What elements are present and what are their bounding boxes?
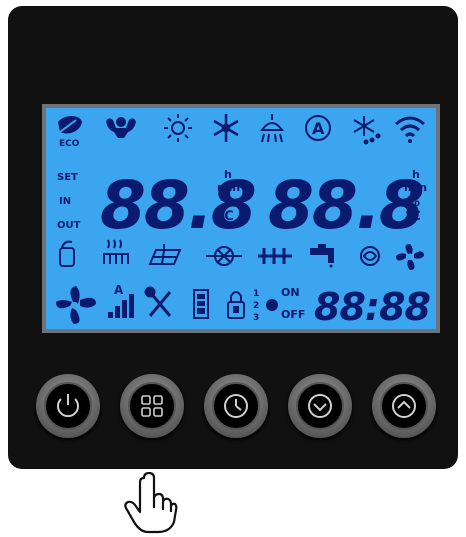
signal-bars-icon: A — [108, 283, 134, 318]
defrost-icon — [353, 116, 381, 145]
right-unit-min: min — [404, 181, 427, 194]
pump-icon — [360, 246, 380, 266]
snowflake-icon — [213, 114, 239, 142]
clock-icon — [224, 394, 248, 418]
pointing-hand-icon — [124, 472, 178, 534]
right-unit-celsius: ℃ — [405, 209, 421, 224]
left-unit-percent: % — [220, 195, 233, 210]
compressor-fan-icon — [206, 246, 242, 266]
fan-speed-indicator: 1 2 3 — [253, 289, 259, 323]
water-tap-icon — [310, 244, 334, 268]
lcd-screen: ECO A SET IN OUT 88.8 88.8 h min % ℃ h m… — [42, 104, 440, 333]
down-button[interactable] — [288, 374, 352, 438]
large-fan-icon — [56, 286, 96, 324]
battery-icon — [193, 289, 209, 319]
clock-dot-icon — [266, 299, 278, 311]
signal-label: A — [114, 283, 124, 297]
tank-icon — [59, 240, 75, 267]
lock-icon — [227, 291, 245, 319]
chevron-down-icon — [308, 394, 332, 418]
set-label: SET — [57, 172, 78, 183]
left-unit-min: min — [217, 181, 240, 194]
off-label: OFF — [281, 308, 305, 321]
grid-icon — [141, 395, 163, 417]
eco-label: ECO — [59, 139, 80, 149]
right-temperature-display: 88.8 — [268, 167, 423, 244]
wifi-icon — [395, 116, 425, 143]
solar-panel-icon — [148, 244, 182, 265]
up-button[interactable] — [372, 374, 436, 438]
shower-icon — [260, 114, 284, 143]
thermostat-panel: ECO A SET IN OUT 88.8 88.8 h min % ℃ h m… — [8, 6, 458, 469]
in-label: IN — [59, 196, 71, 207]
strong-mode-icon — [106, 117, 136, 138]
auto-mode-icon: A — [305, 115, 331, 141]
fan-speed-1: 1 — [253, 289, 259, 299]
heat-exchanger-icon — [258, 248, 292, 264]
lcd-segments: ECO A SET IN OUT 88.8 88.8 h min % ℃ h m… — [56, 114, 432, 329]
chevron-up-icon — [392, 394, 416, 418]
eco-leaf-icon: ECO — [58, 116, 82, 149]
tools-icon — [144, 286, 172, 317]
left-unit-h: h — [224, 168, 232, 181]
mode-button[interactable] — [120, 374, 184, 438]
out-label: OUT — [57, 220, 81, 231]
right-unit-h: h — [412, 168, 420, 181]
left-unit-celsius: ℃ — [218, 209, 234, 224]
on-label: ON — [281, 286, 300, 299]
fan-speed-2: 2 — [253, 301, 259, 311]
power-icon — [57, 394, 79, 418]
fan-icon — [396, 244, 424, 270]
auto-label: A — [312, 119, 325, 138]
timer-button[interactable] — [204, 374, 268, 438]
clock-display: 88:88 — [314, 285, 431, 329]
right-unit-percent: % — [407, 195, 420, 210]
sun-icon — [164, 114, 192, 142]
fan-speed-3: 3 — [253, 313, 259, 323]
power-button[interactable] — [36, 374, 100, 438]
